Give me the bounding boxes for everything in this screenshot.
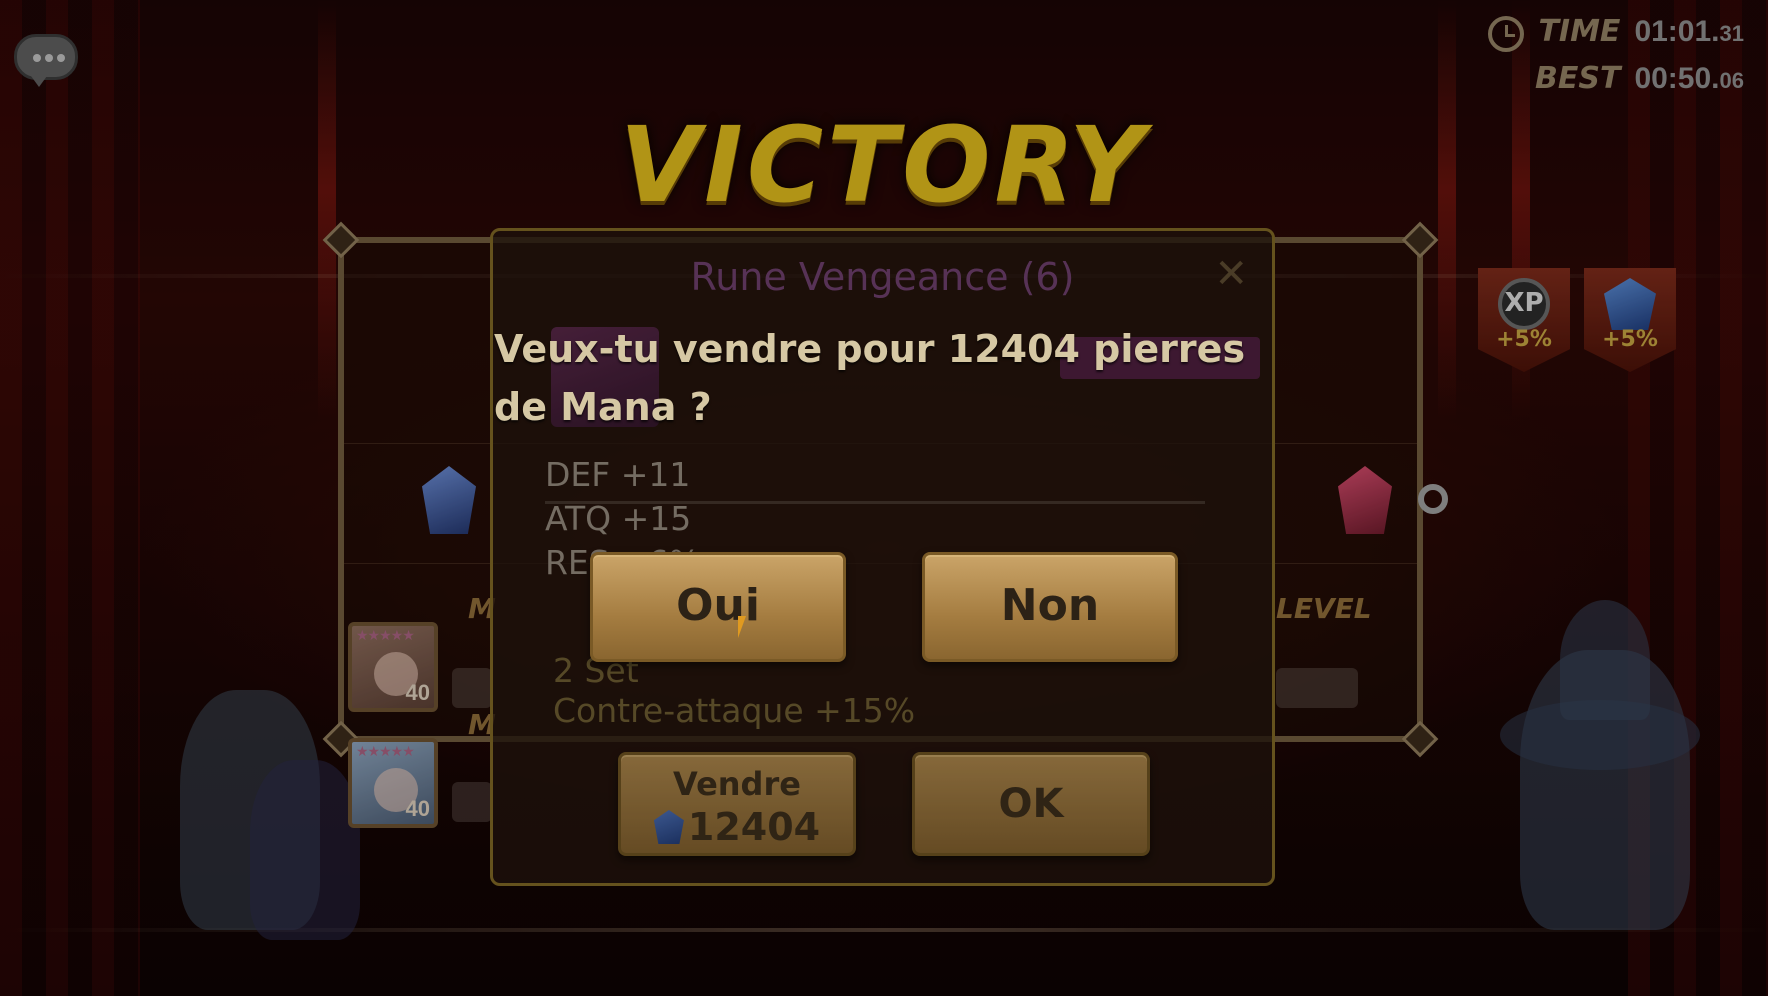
sell-label: Vendre xyxy=(673,765,801,803)
time-value: 01:01.31 xyxy=(1634,15,1744,49)
pointer-cursor-icon xyxy=(738,616,754,638)
time-main: 01:01. xyxy=(1634,15,1720,48)
mana-crystal-icon xyxy=(1604,278,1656,330)
chat-dot xyxy=(45,54,53,62)
no-button[interactable]: Non xyxy=(922,552,1178,662)
xp-bar xyxy=(452,782,492,822)
chat-bubble-button[interactable] xyxy=(14,34,78,87)
left-hero-cape xyxy=(250,760,360,940)
mana-stone-icon xyxy=(653,810,684,844)
xp-buff-label: XP xyxy=(1504,288,1544,318)
sell-button[interactable]: Vendre 12404 xyxy=(618,752,856,856)
monster-level: 40 xyxy=(405,796,430,821)
best-label: BEST xyxy=(1535,61,1621,96)
monster-level: 40 xyxy=(405,680,430,705)
monster-stars: ★★★★★ xyxy=(356,628,415,644)
clock-icon xyxy=(1488,16,1524,52)
monster-portrait: ★★★★★ 40 xyxy=(348,622,438,712)
monster-portrait: ★★★★★ 40 xyxy=(348,738,438,828)
best-row: BEST 00:50.06 xyxy=(1535,61,1744,108)
monster-stars: ★★★★★ xyxy=(356,744,415,760)
best-fraction: 06 xyxy=(1719,68,1744,93)
rune-substat: ATQ +15 xyxy=(545,499,692,538)
chat-dot xyxy=(33,54,41,62)
chat-dot xyxy=(57,54,65,62)
rune-title: Rune Vengeance (6) xyxy=(690,255,1075,299)
time-fraction: 31 xyxy=(1719,21,1744,46)
yes-button[interactable]: Oui xyxy=(590,552,846,662)
sell-amount-value: 12404 xyxy=(687,805,821,849)
bg-label-level: LEVEL xyxy=(1276,592,1372,625)
best-value: 00:50.06 xyxy=(1634,62,1744,96)
sell-amount: 12404 xyxy=(621,805,853,849)
witch-hat-top xyxy=(1560,600,1650,720)
rune-set-effect: Contre-attaque +15% xyxy=(553,691,916,730)
close-icon[interactable]: ✕ xyxy=(1214,251,1248,297)
victory-title: VICTORY xyxy=(619,104,1149,226)
mana-buff-value: +5% xyxy=(1602,327,1658,352)
time-label: TIME xyxy=(1538,14,1621,49)
xp-buff-value: +5% xyxy=(1496,327,1552,352)
time-row: TIME 01:01.31 xyxy=(1535,14,1744,61)
timer-panel: TIME 01:01.31 BEST 00:50.06 xyxy=(1488,14,1744,108)
xp-bar xyxy=(452,668,492,708)
xp-bar xyxy=(1276,668,1358,708)
confirm-message: Veux-tu vendre pour 12404 pierres de Man… xyxy=(494,327,1246,429)
rune-substat: DEF +11 xyxy=(545,455,691,494)
best-main: 00:50. xyxy=(1634,62,1720,95)
ring-icon xyxy=(1418,484,1448,514)
ok-button[interactable]: OK xyxy=(912,752,1150,856)
